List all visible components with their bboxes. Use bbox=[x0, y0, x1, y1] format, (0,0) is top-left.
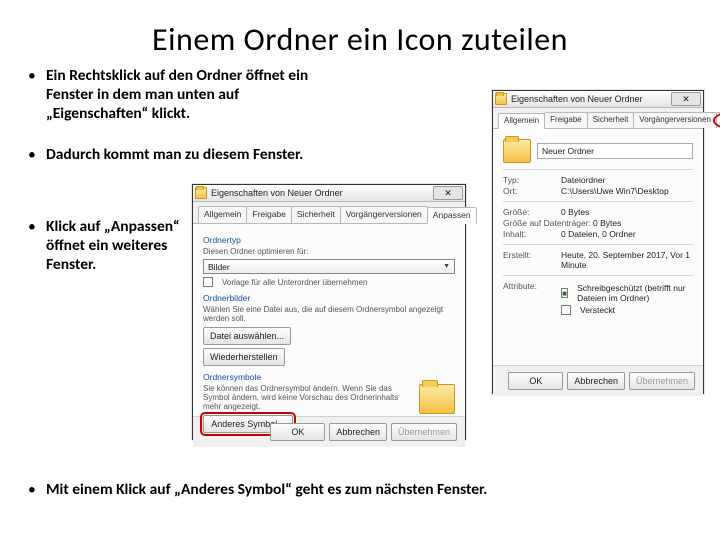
tab-allgemein[interactable]: Allgemein bbox=[498, 113, 545, 129]
tab-anpassen[interactable]: Anpassen bbox=[427, 207, 477, 224]
bullet-3: • Klick auf „Anpassen“ öffnet ein weiter… bbox=[28, 218, 183, 275]
tab-allgemein[interactable]: Allgemein bbox=[198, 206, 247, 223]
section-ordnersymbole: Ordnersymbole bbox=[203, 372, 455, 382]
optimize-select[interactable]: Bilder▼ bbox=[203, 259, 455, 274]
checkbox-subfolders[interactable] bbox=[203, 277, 213, 287]
tab-sicherheit[interactable]: Sicherheit bbox=[291, 206, 341, 223]
ok-button[interactable]: OK bbox=[508, 372, 563, 390]
cancel-button[interactable]: Abbrechen bbox=[567, 372, 625, 390]
tab-freigabe[interactable]: Freigabe bbox=[544, 112, 588, 128]
section-ordnertyp: Ordnertyp bbox=[203, 235, 455, 245]
bullet-1: • Ein Rechtsklick auf den Ordner öffnet … bbox=[28, 67, 328, 124]
tab-vorgaenger[interactable]: Vorgängerversionen bbox=[340, 206, 428, 223]
tab-strip: Allgemein Freigabe Sicherheit Vorgängerv… bbox=[193, 202, 465, 224]
properties-dialog-customize: Eigenschaften von Neuer Ordner ✕ Allgeme… bbox=[192, 184, 466, 440]
bullet-4: • Mit einem Klick auf „Anderes Symbol“ g… bbox=[28, 481, 628, 500]
close-icon[interactable]: ✕ bbox=[671, 92, 701, 106]
apply-button[interactable]: Übernehmen bbox=[629, 372, 695, 390]
section-ordnerbilder: Ordnerbilder bbox=[203, 293, 455, 303]
tab-anpassen[interactable]: Anpassen bbox=[716, 112, 720, 128]
tab-freigabe[interactable]: Freigabe bbox=[246, 206, 292, 223]
titlebar[interactable]: Eigenschaften von Neuer Ordner ✕ bbox=[493, 91, 703, 108]
close-icon[interactable]: ✕ bbox=[433, 186, 463, 200]
folder-icon bbox=[495, 93, 507, 105]
cancel-button[interactable]: Abbrechen bbox=[329, 423, 387, 441]
restore-button[interactable]: Wiederherstellen bbox=[203, 348, 285, 366]
value-ort: C:\Users\Uwe Win7\Desktop bbox=[561, 186, 693, 196]
properties-dialog-general: Eigenschaften von Neuer Ordner ✕ Allgeme… bbox=[492, 90, 704, 394]
choose-file-button[interactable]: Datei auswählen... bbox=[203, 327, 291, 345]
folder-name-field[interactable]: Neuer Ordner bbox=[537, 143, 693, 159]
tab-strip: Allgemein Freigabe Sicherheit Vorgängerv… bbox=[493, 108, 703, 129]
value-groesse: 0 Bytes bbox=[561, 207, 693, 217]
value-inhalt: 0 Dateien, 0 Ordner bbox=[561, 229, 693, 239]
checkbox-readonly[interactable]: ■ bbox=[561, 288, 568, 298]
slide-title: Einem Ordner ein Icon zuteilen bbox=[28, 20, 692, 59]
value-typ: Dateiordner bbox=[561, 175, 693, 185]
tab-vorgaenger[interactable]: Vorgängerversionen bbox=[633, 112, 717, 128]
ok-button[interactable]: OK bbox=[270, 423, 325, 441]
chevron-down-icon: ▼ bbox=[443, 263, 450, 270]
value-disk: 0 Bytes bbox=[593, 218, 693, 228]
folder-icon bbox=[419, 384, 455, 414]
bullet-2: • Dadurch kommt man zu diesem Fenster. bbox=[28, 146, 328, 165]
tab-sicherheit[interactable]: Sicherheit bbox=[587, 112, 635, 128]
folder-icon bbox=[195, 187, 207, 199]
apply-button[interactable]: Übernehmen bbox=[391, 423, 457, 441]
dialog-title: Eigenschaften von Neuer Ordner bbox=[511, 94, 671, 104]
folder-icon bbox=[503, 139, 531, 163]
value-erstellt: Heute, 20. September 2017, Vor 1 Minute bbox=[561, 250, 693, 270]
dialog-title: Eigenschaften von Neuer Ordner bbox=[211, 188, 433, 198]
checkbox-hidden[interactable] bbox=[561, 305, 571, 315]
titlebar[interactable]: Eigenschaften von Neuer Ordner ✕ bbox=[193, 185, 465, 202]
